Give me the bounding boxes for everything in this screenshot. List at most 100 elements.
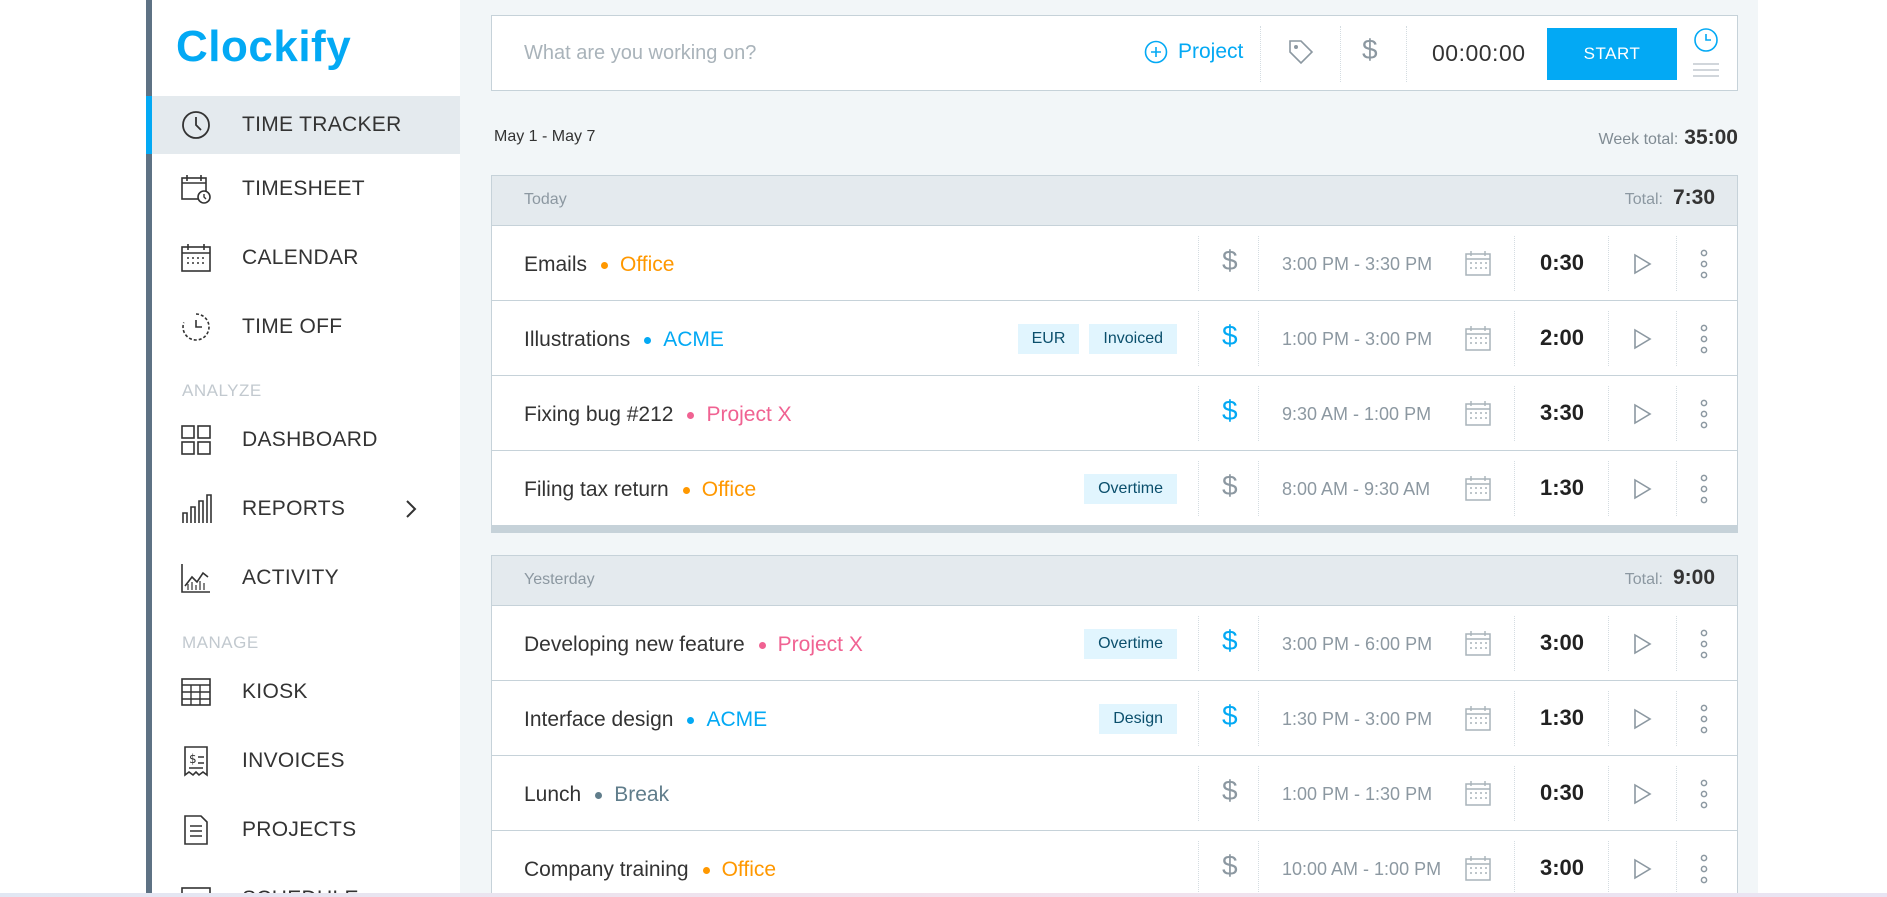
billable-toggle[interactable]: $ <box>1222 775 1238 807</box>
more-options-icon[interactable] <box>1698 473 1710 505</box>
entry-project[interactable]: Office <box>702 478 756 502</box>
entry-description-wrap[interactable]: Lunch Break <box>524 783 669 807</box>
billable-toggle[interactable]: $ <box>1362 34 1378 66</box>
more-options-icon[interactable] <box>1698 853 1710 885</box>
entry-project[interactable]: ACME <box>663 328 724 352</box>
more-options-icon[interactable] <box>1698 248 1710 280</box>
divider <box>1258 766 1259 821</box>
entry-duration[interactable]: 3:30 <box>1522 400 1602 426</box>
divider <box>1340 26 1341 82</box>
entry-time-range[interactable]: 9:30 AM - 1:00 PM <box>1282 404 1431 425</box>
play-icon[interactable] <box>1630 402 1654 426</box>
entry-duration[interactable]: 1:30 <box>1522 475 1602 501</box>
tag-badge[interactable]: Design <box>1099 704 1177 734</box>
tag-badge[interactable]: Overtime <box>1084 629 1177 659</box>
tag-badge[interactable]: Invoiced <box>1089 324 1177 354</box>
calendar-icon[interactable] <box>1465 780 1491 806</box>
entry-project[interactable]: ACME <box>706 708 767 732</box>
play-icon[interactable] <box>1630 707 1654 731</box>
entry-time-range[interactable]: 1:30 PM - 3:00 PM <box>1282 709 1432 730</box>
entry-project[interactable]: Office <box>722 858 776 882</box>
sidebar-item-timesheet[interactable]: TIMESHEET <box>152 160 460 218</box>
play-icon[interactable] <box>1630 782 1654 806</box>
play-icon[interactable] <box>1630 632 1654 656</box>
play-icon[interactable] <box>1630 477 1654 501</box>
billable-toggle[interactable]: $ <box>1222 850 1238 882</box>
entry-time-range[interactable]: 1:00 PM - 1:30 PM <box>1282 784 1432 805</box>
sidebar-item-invoices[interactable]: $ INVOICES <box>152 732 460 790</box>
sidebar-item-time-tracker[interactable]: TIME TRACKER <box>146 96 460 154</box>
tag-badge[interactable]: EUR <box>1017 324 1080 354</box>
billable-toggle[interactable]: $ <box>1222 700 1238 732</box>
calendar-icon[interactable] <box>1465 250 1491 276</box>
sidebar-item-label: CALENDAR <box>242 246 359 269</box>
sidebar-item-calendar[interactable]: CALENDAR <box>152 229 460 287</box>
divider <box>1608 691 1609 746</box>
billable-toggle[interactable]: $ <box>1222 470 1238 502</box>
more-options-icon[interactable] <box>1698 398 1710 430</box>
calendar-icon[interactable] <box>1465 630 1491 656</box>
sidebar-item-projects[interactable]: PROJECTS <box>152 801 460 859</box>
project-picker[interactable]: Project <box>1144 40 1243 64</box>
entry-description-wrap[interactable]: Fixing bug #212 Project X <box>524 403 792 427</box>
entry-time-range[interactable]: 3:00 PM - 3:30 PM <box>1282 254 1432 275</box>
sidebar-item-activity[interactable]: ACTIVITY <box>152 549 460 607</box>
billable-toggle[interactable]: $ <box>1222 625 1238 657</box>
more-options-icon[interactable] <box>1698 323 1710 355</box>
entry-description: Lunch <box>524 783 582 806</box>
tag-badge[interactable]: Overtime <box>1084 474 1177 504</box>
clockify-logo[interactable]: Clockify <box>176 22 351 72</box>
calendar-icon[interactable] <box>1465 325 1491 351</box>
billable-toggle[interactable]: $ <box>1222 320 1238 352</box>
project-color-dot <box>644 336 652 344</box>
tag-icon[interactable] <box>1287 38 1315 66</box>
sidebar-item-time-off[interactable]: TIME OFF <box>152 298 460 356</box>
description-input[interactable]: What are you working on? <box>524 42 756 65</box>
entry-duration[interactable]: 1:30 <box>1522 705 1602 731</box>
more-options-icon[interactable] <box>1698 703 1710 735</box>
entry-description-wrap[interactable]: Developing new feature Project X <box>524 633 863 657</box>
entry-project[interactable]: Break <box>614 783 669 807</box>
billable-toggle[interactable]: $ <box>1222 395 1238 427</box>
sidebar-item-dashboard[interactable]: DASHBOARD <box>152 411 460 469</box>
time-off-icon <box>182 313 210 341</box>
group-header: Today Total: 7:30 <box>492 176 1737 226</box>
divider <box>1514 691 1515 746</box>
chevron-right-icon[interactable] <box>402 497 420 521</box>
entry-description-wrap[interactable]: Interface design ACME <box>524 708 767 732</box>
timer-mode-icons[interactable] <box>1689 26 1723 84</box>
entry-duration[interactable]: 0:30 <box>1522 250 1602 276</box>
week-total-value: 35:00 <box>1684 126 1738 149</box>
entry-description-wrap[interactable]: Filing tax return Office <box>524 478 756 502</box>
more-options-icon[interactable] <box>1698 778 1710 810</box>
entry-project[interactable]: Project X <box>706 403 791 427</box>
entry-description-wrap[interactable]: Emails Office <box>524 253 674 277</box>
play-icon[interactable] <box>1630 857 1654 881</box>
entry-duration[interactable]: 3:00 <box>1522 855 1602 881</box>
calendar-icon[interactable] <box>1465 855 1491 881</box>
entry-time-range[interactable]: 8:00 AM - 9:30 AM <box>1282 479 1430 500</box>
billable-toggle[interactable]: $ <box>1222 245 1238 277</box>
entry-time-range[interactable]: 10:00 AM - 1:00 PM <box>1282 859 1441 880</box>
play-icon[interactable] <box>1630 327 1654 351</box>
entry-time-range[interactable]: 3:00 PM - 6:00 PM <box>1282 634 1432 655</box>
entry-description-wrap[interactable]: Company training Office <box>524 858 776 882</box>
entry-duration[interactable]: 2:00 <box>1522 325 1602 351</box>
play-icon[interactable] <box>1630 252 1654 276</box>
calendar-icon[interactable] <box>1465 475 1491 501</box>
calendar-icon[interactable] <box>1465 400 1491 426</box>
entry-project[interactable]: Project X <box>778 633 863 657</box>
start-button[interactable]: START <box>1547 28 1677 80</box>
entry-project[interactable]: Office <box>620 253 674 277</box>
entry-time-range[interactable]: 1:00 PM - 3:00 PM <box>1282 329 1432 350</box>
group-total-label: Total: <box>1624 571 1663 588</box>
divider <box>1676 461 1677 516</box>
timer-mode-clock-icon <box>1694 28 1718 52</box>
entry-duration[interactable]: 0:30 <box>1522 780 1602 806</box>
entry-description-wrap[interactable]: Illustrations ACME <box>524 328 724 352</box>
calendar-icon[interactable] <box>1465 705 1491 731</box>
sidebar-item-kiosk[interactable]: KIOSK <box>152 663 460 721</box>
sidebar-item-reports[interactable]: REPORTS <box>152 480 460 538</box>
more-options-icon[interactable] <box>1698 628 1710 660</box>
entry-duration[interactable]: 3:00 <box>1522 630 1602 656</box>
